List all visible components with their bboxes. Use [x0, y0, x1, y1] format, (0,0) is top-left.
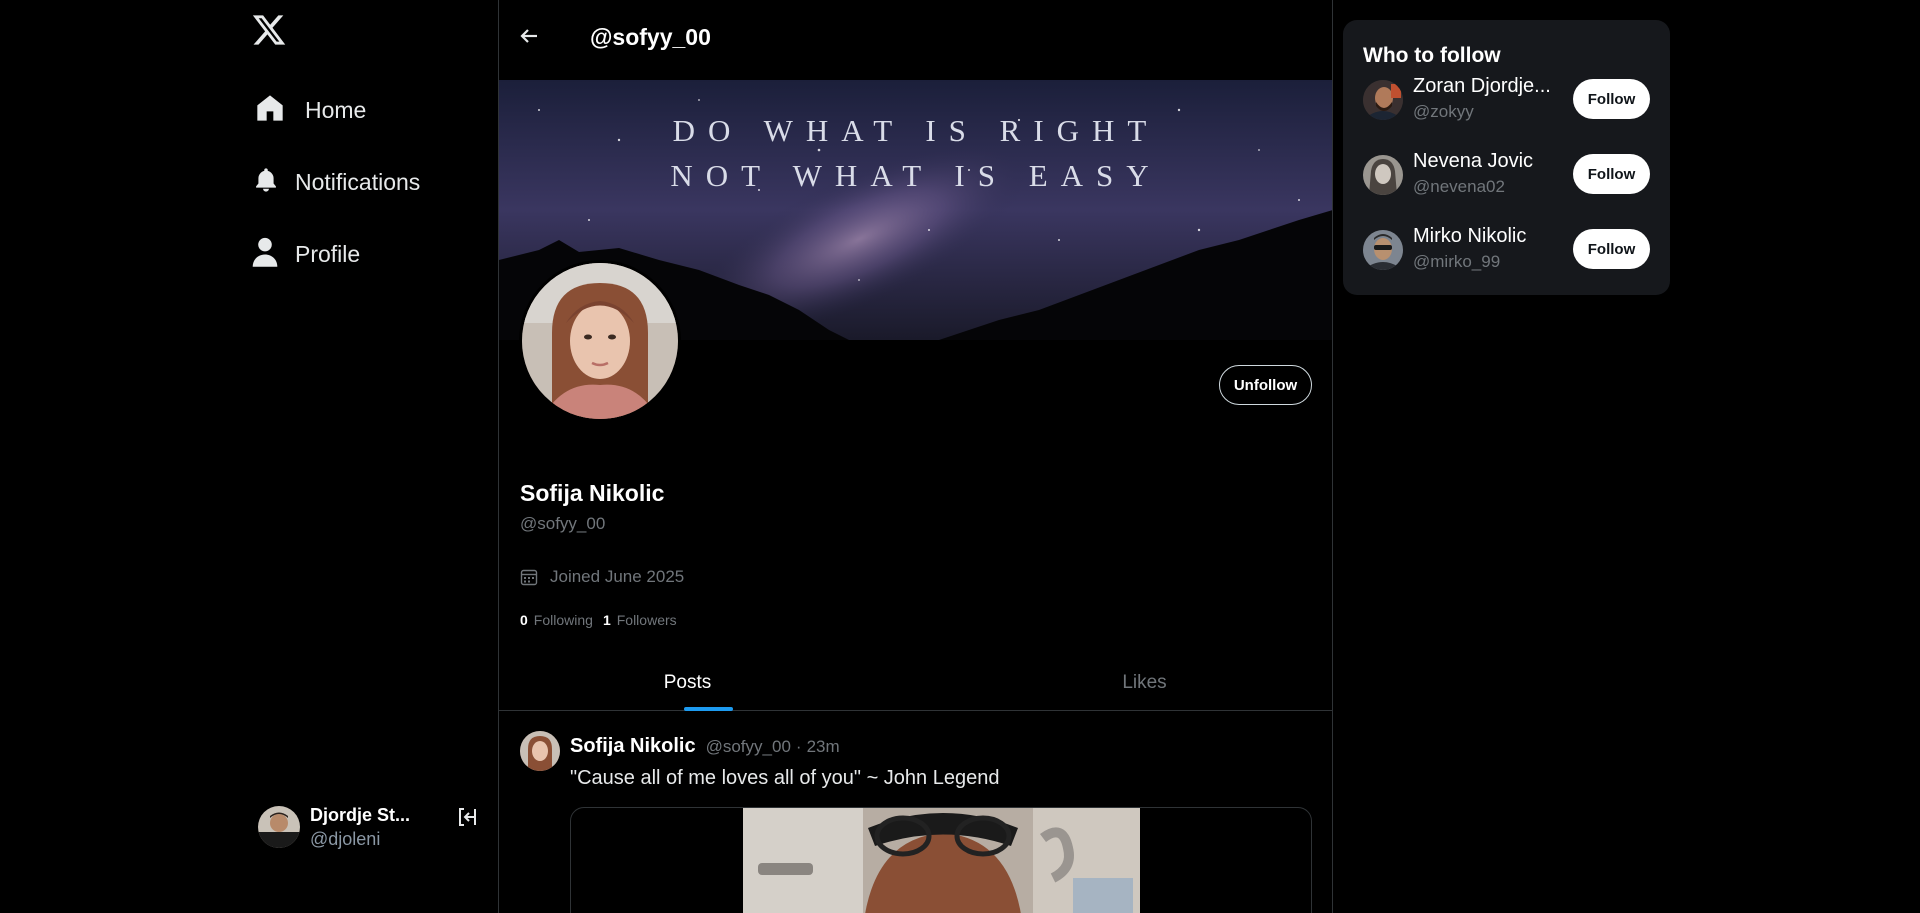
- post-separator: ·: [795, 737, 802, 756]
- who-to-follow-title: Who to follow: [1363, 44, 1501, 67]
- suggestion-name[interactable]: Zoran Djordje...: [1413, 75, 1553, 98]
- post-meta: Sofija Nikolic @sofyy_00 · 23m: [570, 735, 840, 758]
- post-time: 23m: [806, 737, 840, 756]
- arrow-left-icon[interactable]: [517, 24, 541, 48]
- tab-likes[interactable]: Likes: [916, 655, 1333, 711]
- account-switcher[interactable]: Djordje St... @djoleni: [258, 802, 482, 852]
- followers-label: Followers: [616, 612, 677, 628]
- suggestion-item[interactable]: Zoran Djordje... @zokyy Follow: [1363, 75, 1658, 127]
- calendar-icon: [520, 568, 538, 586]
- nav-label-home: Home: [305, 97, 367, 123]
- profile-header: @sofyy_00: [499, 0, 1332, 80]
- who-to-follow-panel: Who to follow Zoran Djordje... @zokyy Fo…: [1343, 20, 1670, 295]
- account-name: Djordje St...: [310, 804, 411, 825]
- profile-handle: @sofyy_00: [520, 514, 606, 533]
- post-media[interactable]: [570, 807, 1312, 913]
- avatar[interactable]: [1363, 230, 1403, 270]
- banner-quote-line-1: DO WHAT IS RIGHT: [672, 113, 1160, 148]
- post-photo[interactable]: [743, 808, 1140, 913]
- nav-item-notifications[interactable]: Notifications: [252, 166, 420, 199]
- suggestion-name[interactable]: Mirko Nikolic: [1413, 225, 1553, 248]
- follow-button[interactable]: Follow: [1573, 229, 1650, 269]
- joined-date: Joined June 2025: [520, 567, 684, 587]
- account-handle: @djoleni: [310, 828, 381, 849]
- banner-quote: DO WHAT IS RIGHT NOT WHAT IS EASY: [499, 108, 1332, 198]
- avatar[interactable]: [1363, 155, 1403, 195]
- profile-name: Sofija Nikolic: [520, 480, 665, 506]
- avatar[interactable]: [1363, 80, 1403, 120]
- suggestion-item[interactable]: Mirko Nikolic @mirko_99 Follow: [1363, 225, 1658, 277]
- following-count-link[interactable]: 0 Following: [520, 612, 593, 628]
- followers-count: 1: [602, 612, 611, 628]
- post-avatar[interactable]: [520, 731, 560, 771]
- nav-item-home[interactable]: Home: [254, 92, 366, 129]
- post-item[interactable]: Sofija Nikolic @sofyy_00 · 23m "Cause al…: [499, 712, 1333, 913]
- suggestion-handle: @mirko_99: [1413, 252, 1501, 271]
- profile-tabs: Posts Likes: [499, 655, 1333, 711]
- suggestion-handle: @zokyy: [1413, 102, 1474, 121]
- following-label: Following: [533, 612, 593, 628]
- follow-button[interactable]: Follow: [1573, 79, 1650, 119]
- follow-button[interactable]: Follow: [1573, 154, 1650, 194]
- tab-likes-label: Likes: [1122, 672, 1167, 693]
- home-icon: [254, 92, 286, 129]
- followers-count-link[interactable]: 1 Followers: [603, 612, 677, 628]
- suggestion-name[interactable]: Nevena Jovic: [1413, 150, 1553, 173]
- nav-label-profile: Profile: [295, 241, 361, 267]
- person-icon: [250, 236, 280, 273]
- banner-quote-line-2: NOT WHAT IS EASY: [670, 158, 1162, 193]
- unfollow-button[interactable]: Unfollow: [1219, 365, 1312, 405]
- joined-text: Joined June 2025: [550, 567, 685, 586]
- left-nav: Home Notifications Profile Djordje St...…: [0, 0, 499, 913]
- suggestion-handle: @nevena02: [1413, 177, 1505, 196]
- logout-icon[interactable]: [455, 805, 479, 829]
- nav-item-profile[interactable]: Profile: [250, 236, 360, 273]
- avatar: [258, 806, 300, 848]
- nav-label-notifications: Notifications: [295, 169, 421, 195]
- follow-counts: 0 Following 1 Followers: [520, 612, 687, 628]
- post-text: "Cause all of me loves all of you" ~ Joh…: [570, 767, 1000, 789]
- x-logo-icon[interactable]: [250, 12, 290, 48]
- page-title: @sofyy_00: [590, 24, 711, 50]
- suggestion-item[interactable]: Nevena Jovic @nevena02 Follow: [1363, 150, 1658, 202]
- following-count: 0: [520, 612, 528, 628]
- profile-avatar[interactable]: [519, 260, 681, 422]
- post-author[interactable]: Sofija Nikolic: [570, 735, 696, 758]
- tab-posts[interactable]: Posts: [499, 655, 916, 711]
- post-handle[interactable]: @sofyy_00: [706, 737, 791, 757]
- bell-icon: [252, 166, 280, 199]
- active-tab-indicator: [684, 707, 733, 711]
- tab-posts-label: Posts: [663, 672, 712, 693]
